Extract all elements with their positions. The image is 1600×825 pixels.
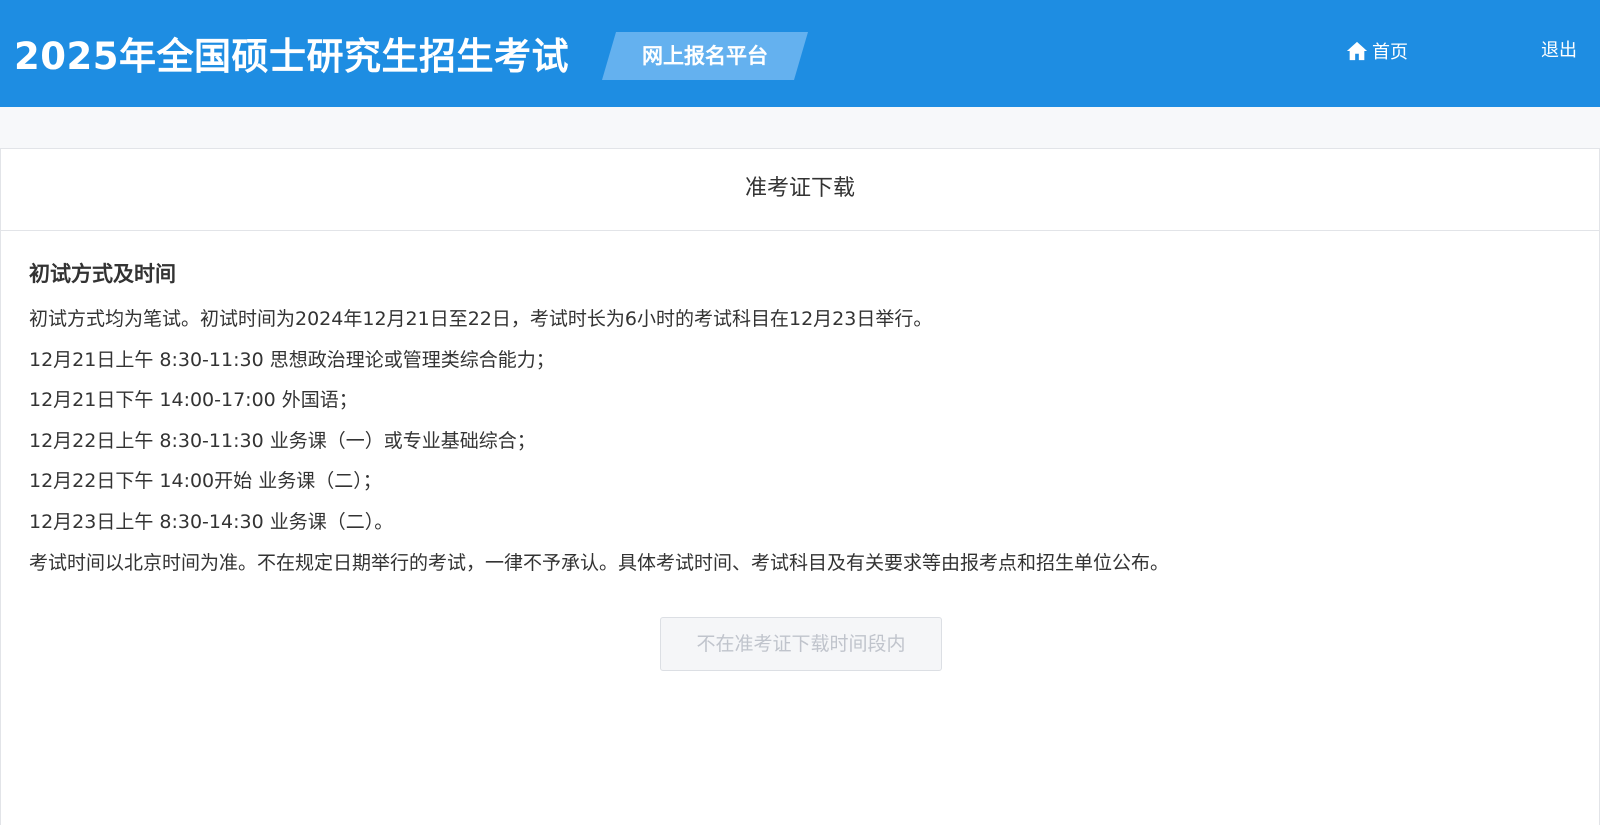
platform-badge: 网上报名平台 <box>602 32 808 80</box>
nav-home-link[interactable]: 首页 <box>1346 38 1408 64</box>
exam-schedule-line: 12月22日下午 14:00开始 业务课（二）； <box>29 470 382 493</box>
home-icon <box>1346 41 1368 61</box>
exam-schedule-line: 12月21日下午 14:00-17:00 外国语； <box>29 389 358 412</box>
exam-schedule-line: 12月23日上午 8:30-14:30 业务课（二）。 <box>29 510 394 533</box>
section-title: 初试方式及时间 <box>29 262 176 286</box>
exam-info-line: 初试方式均为笔试。初试时间为2024年12月21日至22日，考试时长为6小时的考… <box>29 308 933 330</box>
panel-title: 准考证下载 <box>1 149 1599 231</box>
panel-body: 初试方式及时间 初试方式均为笔试。初试时间为2024年12月21日至22日，考试… <box>1 231 1599 671</box>
nav-home-label: 首页 <box>1372 42 1408 63</box>
exam-notice-line: 考试时间以北京时间为准。不在规定日期举行的考试，一律不予承认。具体考试时间、考试… <box>29 551 1170 574</box>
site-title: 2025年全国硕士研究生招生考试 <box>14 35 569 78</box>
download-ticket-button[interactable]: 不在准考证下载时间段内 <box>660 617 942 671</box>
nav-logout-link[interactable]: 退出 <box>1541 38 1577 64</box>
top-header-bar: 2025年全国硕士研究生招生考试 网上报名平台 首页 退出 <box>0 0 1600 107</box>
exam-schedule-line: 12月22日上午 8:30-11:30 业务课（一）或专业基础综合； <box>29 429 536 452</box>
exam-schedule-line: 12月21日上午 8:30-11:30 思想政治理论或管理类综合能力； <box>29 348 555 371</box>
admission-ticket-panel: 准考证下载 初试方式及时间 初试方式均为笔试。初试时间为2024年12月21日至… <box>0 148 1600 825</box>
platform-badge-label: 网上报名平台 <box>642 44 768 68</box>
